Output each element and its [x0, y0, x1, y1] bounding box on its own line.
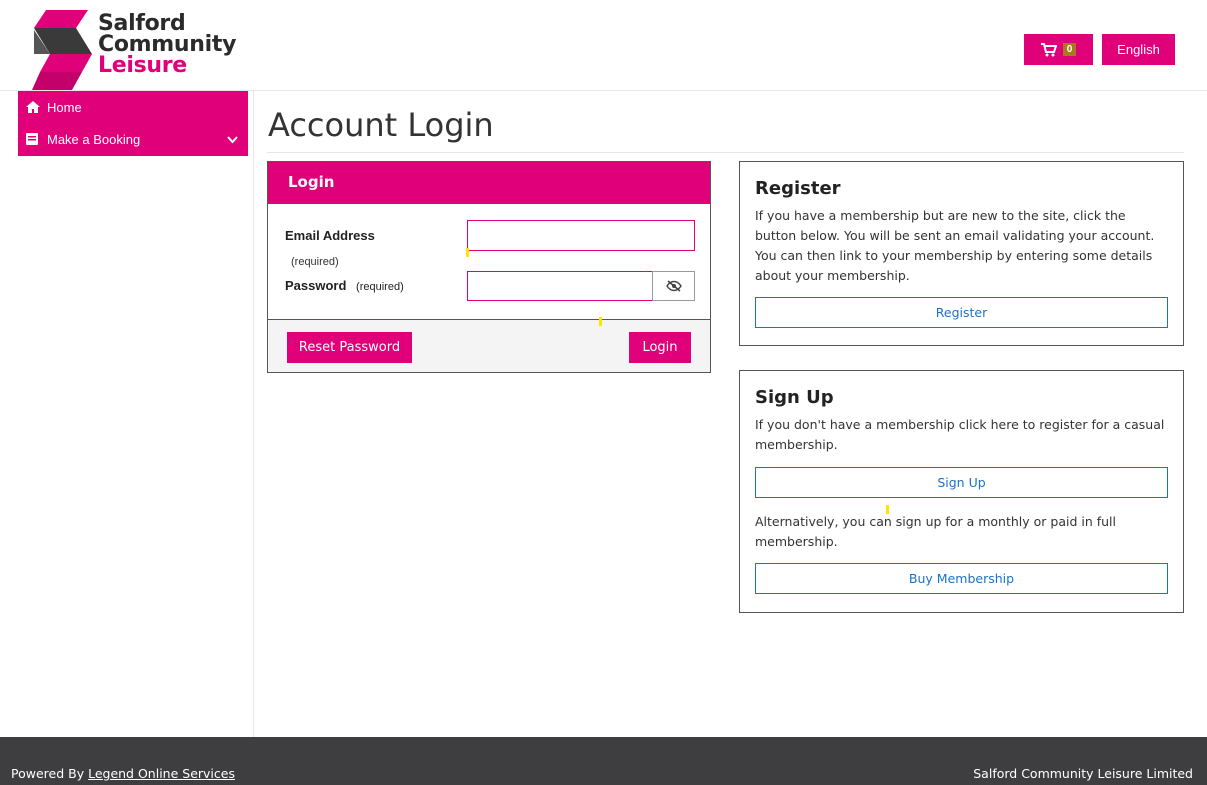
cursor-marker — [886, 505, 889, 514]
reset-password-button[interactable]: Reset Password — [287, 332, 412, 363]
buy-membership-button[interactable]: Buy Membership — [755, 563, 1168, 594]
eye-slash-icon — [665, 280, 682, 292]
site-footer: Powered By Legend Online Services Salfor… — [0, 737, 1207, 785]
sidebar-item-make-a-booking[interactable]: Make a Booking — [18, 123, 248, 155]
register-description: If you have a membership but are new to … — [755, 208, 1155, 283]
login-panel-footer: Reset Password Login — [268, 319, 710, 372]
signup-alternative-text: Alternatively, you can sign up for a mon… — [755, 514, 1116, 549]
email-label: Email Address — [285, 228, 375, 243]
powered-by-prefix: Powered By — [11, 766, 89, 781]
brand-logo[interactable]: Salford Community Leisure — [32, 10, 242, 90]
signup-heading: Sign Up — [755, 387, 834, 408]
sidebar-item-label: Home — [47, 99, 82, 115]
language-button[interactable]: English — [1102, 34, 1175, 65]
signup-description: If you don't have a membership click her… — [755, 417, 1165, 452]
register-button[interactable]: Register — [755, 297, 1168, 328]
password-label: Password (required) — [285, 278, 404, 293]
brand-line-1: Salford — [98, 11, 186, 36]
brand-line-3: Leisure — [98, 53, 187, 78]
signup-button[interactable]: Sign Up — [755, 467, 1168, 498]
sidebar-item-home[interactable]: Home — [18, 91, 248, 123]
title-divider — [267, 152, 1184, 153]
sidebar-divider — [253, 91, 254, 737]
cart-count-badge: 0 — [1062, 43, 1077, 56]
register-heading: Register — [755, 178, 841, 199]
email-required-note: (required) — [291, 256, 339, 268]
brand-name: Salford Community Leisure — [98, 11, 237, 78]
sidebar-item-label: Make a Booking — [47, 131, 141, 147]
password-input[interactable] — [467, 271, 653, 301]
brand-line-2: Community — [98, 32, 237, 57]
company-name: Salford Community Leisure Limited — [973, 766, 1193, 781]
page-title: Account Login — [268, 106, 494, 144]
password-label-text: Password — [285, 278, 347, 293]
cursor-marker — [466, 248, 469, 257]
chevron-down-icon[interactable] — [227, 132, 238, 147]
book-icon — [26, 133, 40, 145]
powered-by: Powered By Legend Online Services — [11, 766, 235, 781]
cursor-marker — [599, 317, 602, 326]
email-input[interactable] — [467, 220, 695, 251]
legend-online-services-link[interactable]: Legend Online Services — [88, 766, 235, 781]
sidebar-nav: Home Make a Booking — [18, 91, 248, 156]
login-button[interactable]: Login — [629, 332, 691, 363]
shopping-cart-icon — [1040, 42, 1057, 56]
login-panel-heading: Login — [268, 162, 710, 204]
logo-mark-icon — [32, 10, 92, 90]
login-panel: Login Email Address (required) Password … — [267, 161, 711, 373]
password-required-note: (required) — [356, 281, 404, 293]
cart-button[interactable]: 0 — [1024, 34, 1093, 65]
signup-card: Sign Up If you don't have a membership c… — [739, 370, 1184, 613]
site-header: Salford Community Leisure 0 English — [0, 0, 1207, 91]
toggle-password-visibility-button[interactable] — [652, 271, 695, 301]
home-icon — [26, 101, 40, 113]
register-card: Register If you have a membership but ar… — [739, 161, 1184, 346]
